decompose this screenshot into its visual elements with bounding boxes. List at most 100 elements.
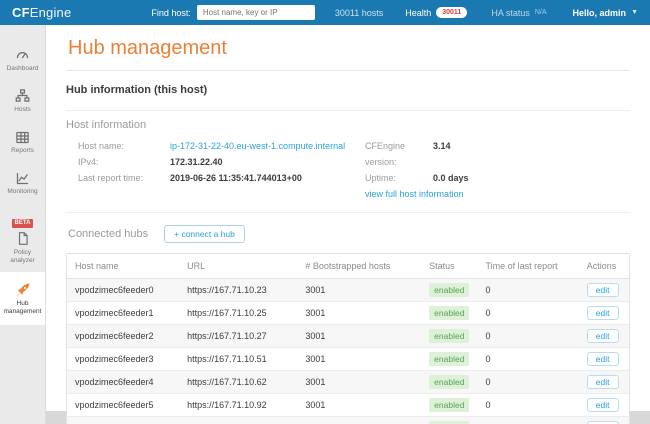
column-header-last-report: Time of last report bbox=[477, 253, 579, 279]
logo-engine: Engine bbox=[29, 5, 72, 20]
field-label: Last report time: bbox=[78, 173, 144, 183]
cell-url: https://167.71.10.27 bbox=[179, 324, 298, 348]
policy-analyzer-file-icon bbox=[1, 230, 44, 246]
sidebar-item-label: Hosts bbox=[14, 106, 31, 114]
cfengine-logo[interactable]: CFEngine bbox=[12, 5, 71, 20]
cell-host-name: vpodzimec6feeder2 bbox=[66, 324, 180, 348]
status-badge: enabled bbox=[429, 306, 470, 320]
sidebar-item-label: Reports bbox=[11, 147, 34, 155]
health-count-badge: 30011 bbox=[436, 7, 468, 18]
cell-last-report: 0 bbox=[477, 324, 579, 348]
cell-status: enabled bbox=[421, 324, 478, 348]
cell-host-name: vpodzimec6feeder4 bbox=[66, 370, 180, 394]
page-title: Hub management bbox=[68, 37, 227, 59]
field-label: Host name: bbox=[78, 141, 125, 151]
cell-last-report: 0 bbox=[477, 393, 579, 417]
cell-status: enabled bbox=[421, 301, 478, 325]
cell-url: https://167.71.10.62 bbox=[179, 370, 298, 394]
cell-status: enabled bbox=[421, 278, 478, 302]
cell-bootstrapped: 3001 bbox=[297, 393, 422, 417]
field-value: 2019-06-26 11:35:41.744013+00 bbox=[170, 173, 302, 183]
cell-bootstrapped: 3001 bbox=[297, 324, 422, 348]
column-header-host-name: Host name bbox=[66, 253, 180, 279]
cell-actions: edit bbox=[578, 278, 630, 302]
cell-host-name: vpodzimec6feeder1 bbox=[66, 301, 180, 325]
beta-badge: BETA bbox=[11, 218, 34, 228]
cell-actions: edit bbox=[578, 301, 630, 325]
hub-management-rocket-icon bbox=[1, 281, 44, 297]
sidebar-item-label: Hub management bbox=[3, 299, 42, 316]
status-badge: enabled bbox=[429, 352, 470, 366]
sidebar-item-dashboard[interactable]: Dashboard bbox=[0, 39, 45, 80]
chevron-down-icon: ▼ bbox=[631, 9, 638, 16]
host-info-row: IPv4: 172.31.22.40 bbox=[78, 154, 365, 170]
content-card: Hub management Hub information (this hos… bbox=[46, 25, 650, 424]
cell-host-name: vpodzimec6feeder6 bbox=[66, 416, 180, 424]
status-badge: enabled bbox=[429, 329, 470, 343]
title-divider bbox=[66, 70, 630, 71]
user-menu[interactable]: Hello, admin ▼ bbox=[573, 8, 638, 18]
sidebar-item-label: Monitoring bbox=[7, 188, 38, 196]
cell-actions: edit bbox=[578, 416, 630, 424]
host-info-row: Host name: ip-172-31-22-40.eu-west-1.com… bbox=[78, 138, 365, 154]
field-label: CFEngine version: bbox=[365, 141, 406, 167]
edit-button[interactable]: edit bbox=[586, 352, 619, 366]
edit-button[interactable]: edit bbox=[586, 283, 619, 297]
ha-status-group: HA status N/A bbox=[491, 8, 546, 18]
cell-status: enabled bbox=[421, 416, 478, 424]
hosts-sitemap-icon bbox=[1, 87, 44, 103]
cell-url: https://167.71.10.51 bbox=[179, 347, 298, 371]
edit-button[interactable]: edit bbox=[586, 329, 619, 343]
edit-button[interactable]: edit bbox=[586, 306, 619, 320]
connected-hubs-table: Host name URL # Bootstrapped hosts Statu… bbox=[66, 253, 630, 424]
sidebar-item-hosts[interactable]: Hosts bbox=[0, 80, 45, 121]
host-information-panel: Host information Host name: ip-172-31-22… bbox=[66, 110, 630, 213]
status-badge: enabled bbox=[429, 283, 470, 297]
top-bar: CFEngine Find host: 30011 hosts Health 3… bbox=[0, 0, 650, 25]
field-label: IPv4: bbox=[78, 157, 99, 167]
find-host-label: Find host: bbox=[151, 7, 191, 18]
host-info-row: Uptime: 0.0 days bbox=[365, 170, 469, 186]
cell-host-name: vpodzimec6feeder3 bbox=[66, 347, 180, 371]
sidebar-item-policy-analyzer[interactable]: BETA Policy analyzer bbox=[0, 204, 45, 272]
connected-hubs-heading: Connected hubs bbox=[68, 228, 149, 240]
host-info-left-column: Host name: ip-172-31-22-40.eu-west-1.com… bbox=[78, 138, 365, 202]
host-information-heading: Host information bbox=[66, 119, 147, 131]
connected-hubs-header: Connected hubs + connect a hub bbox=[66, 225, 630, 243]
cell-status: enabled bbox=[421, 347, 478, 371]
table-row: vpodzimec6feeder5 https://167.71.10.92 3… bbox=[66, 393, 630, 417]
connect-a-hub-button[interactable]: + connect a hub bbox=[164, 225, 245, 243]
host-name-link[interactable]: ip-172-31-22-40.eu-west-1.compute.intern… bbox=[170, 138, 345, 154]
column-header-status: Status bbox=[421, 253, 478, 279]
dashboard-gauge-icon bbox=[1, 46, 44, 62]
cell-bootstrapped: 3001 bbox=[297, 347, 422, 371]
health-indicator[interactable]: Health 30011 bbox=[405, 7, 468, 18]
logo-cf: CF bbox=[12, 5, 30, 20]
cell-host-name: vpodzimec6feeder5 bbox=[66, 393, 180, 417]
cell-url: https://167.71.10.96 bbox=[179, 416, 298, 424]
column-header-actions: Actions bbox=[578, 253, 630, 279]
cell-last-report: 0 bbox=[477, 347, 579, 371]
edit-button[interactable]: edit bbox=[586, 398, 619, 412]
field-label: Uptime: bbox=[365, 173, 397, 183]
sidebar-item-reports[interactable]: Reports bbox=[0, 121, 45, 162]
table-row: vpodzimec6feeder6 https://167.71.10.96 3… bbox=[66, 416, 630, 424]
cell-bootstrapped: 3001 bbox=[297, 301, 422, 325]
sidebar-item-hub-management[interactable]: Hub management bbox=[0, 271, 45, 326]
status-badge: enabled bbox=[429, 375, 470, 389]
search-input[interactable] bbox=[196, 5, 315, 20]
cell-bootstrapped: 3001 bbox=[297, 370, 422, 394]
edit-button[interactable]: edit bbox=[586, 375, 619, 389]
host-info-row: CFEngine version: 3.14 bbox=[365, 138, 469, 170]
column-header-bootstrapped: # Bootstrapped hosts bbox=[297, 253, 422, 279]
cell-host-name: vpodzimec6feeder0 bbox=[66, 278, 180, 302]
sidebar-item-monitoring[interactable]: Monitoring bbox=[0, 162, 45, 203]
host-info-right-column: CFEngine version: 3.14 Uptime: 0.0 days … bbox=[365, 138, 469, 202]
reports-table-icon bbox=[1, 128, 44, 144]
sidebar-item-label: Dashboard bbox=[6, 65, 39, 72]
column-header-url: URL bbox=[179, 253, 298, 279]
table-row: vpodzimec6feeder4 https://167.71.10.62 3… bbox=[66, 370, 630, 394]
view-full-host-information-link[interactable]: view full host information bbox=[365, 186, 464, 202]
cell-last-report: 0 bbox=[477, 370, 579, 394]
cell-status: enabled bbox=[421, 393, 478, 417]
